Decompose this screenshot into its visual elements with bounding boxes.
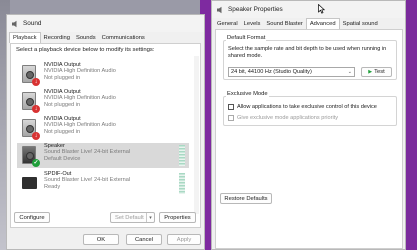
device-status: Default Device: [44, 155, 81, 162]
list-item[interactable]: SPDIF-Out Sound Blaster Live! 24-bit Exte…: [17, 171, 189, 196]
list-item[interactable]: ↓ NVIDIA Output NVIDIA High Definition Au…: [17, 89, 189, 114]
tab-advanced[interactable]: Advanced: [305, 18, 340, 29]
test-button[interactable]: ▶ Test: [361, 67, 392, 77]
spdif-device-icon: [21, 173, 38, 194]
apply-button[interactable]: Apply: [167, 234, 201, 245]
exclusive-control-checkbox[interactable]: [228, 104, 234, 110]
tab-sounds[interactable]: Sounds: [73, 33, 99, 43]
not-plugged-badge-icon: ↓: [32, 132, 40, 140]
tab-general[interactable]: General: [214, 19, 241, 29]
device-list-scrollbar[interactable]: [194, 56, 199, 214]
device-list: ↓ NVIDIA Output NVIDIA High Definition Au…: [11, 56, 201, 216]
sound-title-bar[interactable]: Sound: [7, 15, 204, 32]
default-format-description: Select the sample rate and bit depth to …: [228, 46, 387, 59]
format-select[interactable]: 24 bit, 44100 Hz (Studio Quality) ⌄: [228, 67, 355, 77]
properties-title: Speaker Properties: [228, 6, 283, 13]
chevron-down-icon: ⌄: [347, 69, 352, 75]
tab-spatial-sound[interactable]: Spatial sound: [340, 19, 381, 29]
tab-sound-blaster[interactable]: Sound Blaster: [263, 19, 305, 29]
exclusive-mode-label: Exclusive Mode: [226, 91, 269, 97]
not-plugged-badge-icon: ↓: [32, 78, 40, 86]
sound-dialog: Sound Playback Recording Sounds Communic…: [6, 14, 205, 250]
default-format-label: Default Format: [226, 35, 267, 41]
exclusive-control-label: Allow applications to take exclusive con…: [237, 104, 377, 110]
speaker-device-icon: ✓: [21, 145, 40, 167]
not-plugged-badge-icon: ↓: [32, 105, 40, 113]
set-default-label: Set Default: [115, 214, 144, 221]
speaker-device-icon: ↓: [21, 64, 40, 86]
device-status: Ready: [44, 183, 61, 190]
ok-button[interactable]: OK: [83, 234, 119, 245]
list-item[interactable]: ↓ NVIDIA Output NVIDIA High Definition Au…: [17, 116, 189, 141]
playback-panel: Select a playback device below to modify…: [10, 43, 201, 228]
properties-button[interactable]: Properties: [159, 212, 196, 223]
chevron-down-icon[interactable]: ▾: [146, 213, 154, 222]
default-check-icon: ✓: [32, 159, 40, 167]
properties-title-bar[interactable]: Speaker Properties: [212, 1, 405, 18]
configure-button[interactable]: Configure: [14, 212, 50, 223]
volume-meter: [179, 173, 185, 194]
device-status: Not plugged in: [44, 101, 81, 108]
cancel-button[interactable]: Cancel: [126, 234, 162, 245]
exclusive-control-row[interactable]: Allow applications to take exclusive con…: [228, 104, 377, 110]
play-icon: ▶: [368, 69, 373, 75]
device-status: Not plugged in: [44, 74, 81, 81]
playback-instruction: Select a playback device below to modify…: [16, 47, 155, 53]
mouse-cursor-icon: [318, 3, 326, 16]
tab-recording[interactable]: Recording: [41, 33, 73, 43]
test-label: Test: [374, 69, 385, 75]
list-item-selected[interactable]: ✓ Speaker Sound Blaster Live! 24-bit Exte…: [17, 143, 189, 168]
device-status: Not plugged in: [44, 128, 81, 135]
speaker-icon: [11, 20, 19, 28]
tab-playback[interactable]: Playback: [9, 32, 41, 43]
speaker-properties-dialog: Speaker Properties General Levels Sound …: [211, 0, 406, 250]
set-default-button[interactable]: Set Default ▾: [110, 212, 155, 223]
tab-communications[interactable]: Communications: [99, 33, 148, 43]
exclusive-priority-label: Give exclusive mode applications priorit…: [237, 115, 339, 121]
exclusive-mode-group: [223, 96, 397, 126]
speaker-device-icon: ↓: [21, 91, 40, 113]
list-item[interactable]: ↓ NVIDIA Output NVIDIA High Definition Au…: [17, 62, 189, 87]
format-select-value: 24 bit, 44100 Hz (Studio Quality): [231, 69, 312, 75]
restore-defaults-button[interactable]: Restore Defaults: [220, 193, 272, 204]
advanced-panel: Default Format Select the sample rate an…: [215, 29, 403, 249]
sound-title: Sound: [23, 20, 42, 27]
tab-levels[interactable]: Levels: [241, 19, 264, 29]
exclusive-priority-checkbox[interactable]: [228, 115, 234, 121]
speaker-device-icon: ↓: [21, 118, 40, 140]
exclusive-priority-row[interactable]: Give exclusive mode applications priorit…: [228, 115, 338, 121]
sound-tabs: Playback Recording Sounds Communications: [7, 32, 204, 43]
volume-meter: [179, 145, 185, 166]
properties-tabs: General Levels Sound Blaster Advanced Sp…: [212, 18, 405, 29]
speaker-icon: [216, 6, 224, 14]
